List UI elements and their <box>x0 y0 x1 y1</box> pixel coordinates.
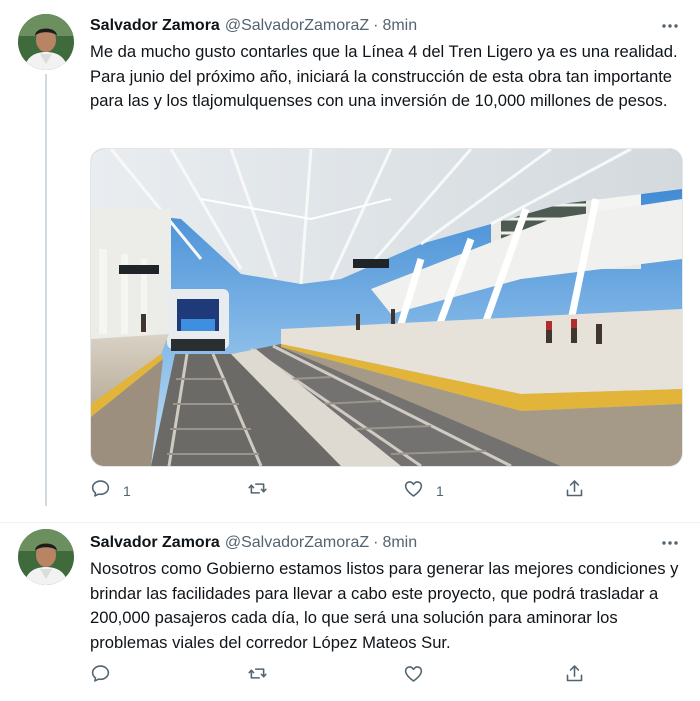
author-handle[interactable]: @SalvadorZamoraZ <box>225 534 369 552</box>
reply-icon <box>90 663 111 689</box>
like-count: 1 <box>436 483 444 499</box>
reply-icon <box>90 478 111 504</box>
share-icon <box>564 478 585 504</box>
like-icon <box>403 663 424 689</box>
timestamp[interactable]: 8min <box>382 17 417 35</box>
avatar[interactable] <box>18 14 74 70</box>
tweet-header: Salvador Zamora @SalvadorZamoraZ · 8min <box>90 531 684 555</box>
tweet-header: Salvador Zamora @SalvadorZamoraZ · 8min <box>90 14 684 38</box>
thread-line <box>45 74 47 506</box>
tweet-text: Nosotros como Gobierno estamos listos pa… <box>90 559 679 652</box>
timestamp[interactable]: 8min <box>382 534 417 552</box>
separator-dot: · <box>373 534 379 551</box>
tweet-image[interactable] <box>90 148 683 467</box>
avatar[interactable] <box>18 529 74 585</box>
author-name[interactable]: Salvador Zamora <box>90 17 220 35</box>
train-station-render <box>91 149 682 466</box>
avatar-photo <box>18 529 74 585</box>
author-handle[interactable]: @SalvadorZamoraZ <box>225 17 369 35</box>
more-icon[interactable] <box>656 531 684 555</box>
share-button[interactable] <box>564 665 585 687</box>
tweet-text: Me da mucho gusto contarles que la Línea… <box>90 42 678 110</box>
reply-button[interactable] <box>90 665 123 687</box>
avatar-photo <box>18 14 74 70</box>
tweet[interactable]: Salvador Zamora @SalvadorZamoraZ · 8min … <box>0 523 700 701</box>
retweet-icon <box>247 478 268 504</box>
more-icon[interactable] <box>656 14 684 38</box>
tweet-actions <box>90 665 590 687</box>
retweet-icon <box>247 663 268 689</box>
reply-count: 1 <box>123 483 131 499</box>
like-button[interactable]: 1 <box>403 480 444 502</box>
like-button[interactable] <box>403 665 436 687</box>
like-icon <box>403 478 424 504</box>
author-name[interactable]: Salvador Zamora <box>90 534 220 552</box>
share-icon <box>564 663 585 689</box>
retweet-button[interactable] <box>247 480 280 502</box>
separator-dot: · <box>373 17 379 34</box>
share-button[interactable] <box>564 480 585 502</box>
tweet[interactable]: Salvador Zamora @SalvadorZamoraZ · 8min … <box>0 0 700 523</box>
tweet-actions: 1 1 <box>90 480 590 502</box>
reply-button[interactable]: 1 <box>90 480 131 502</box>
retweet-button[interactable] <box>247 665 280 687</box>
